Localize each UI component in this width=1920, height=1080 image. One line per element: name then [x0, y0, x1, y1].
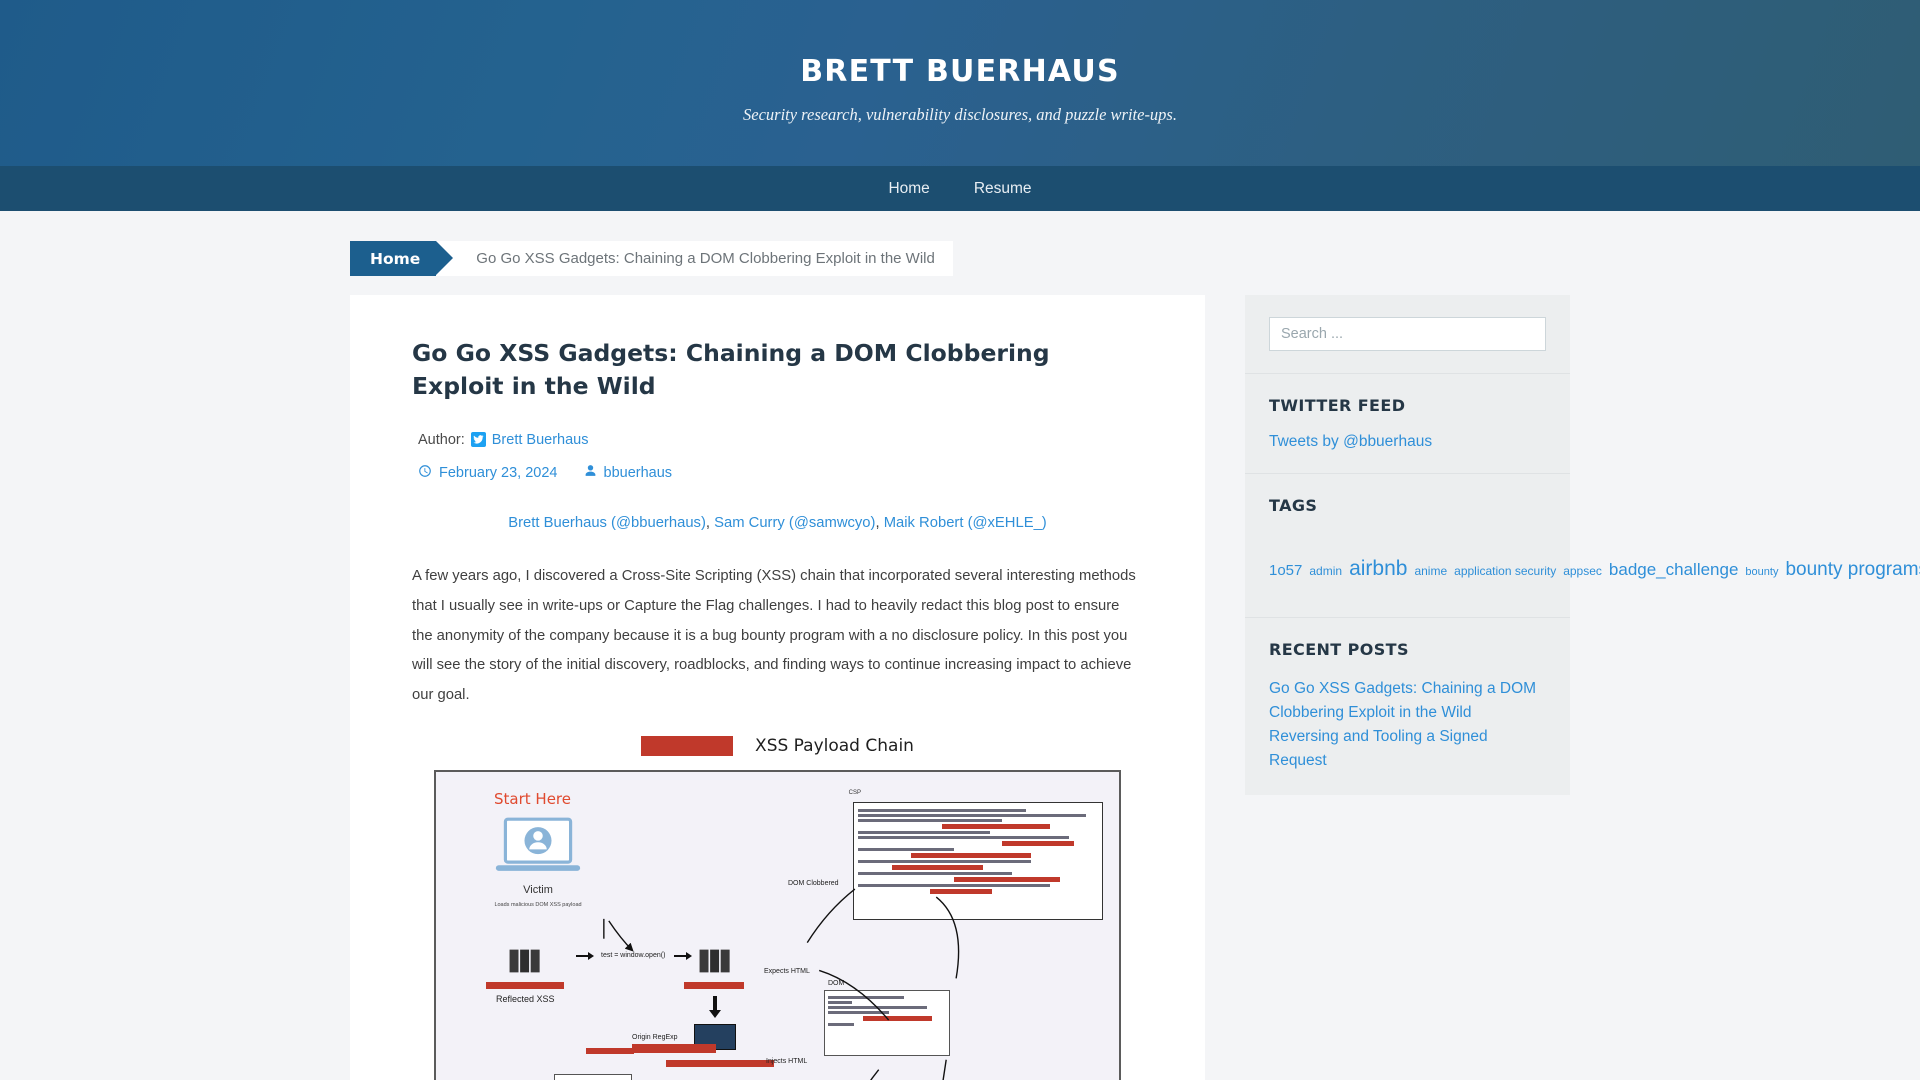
post-date-label: February 23, 2024	[439, 464, 558, 481]
recent-post-link[interactable]: Go Go XSS Gadgets: Chaining a DOM Clobbe…	[1269, 677, 1546, 725]
post-body-paragraph: A few years ago, I discovered a Cross-Si…	[412, 568, 1136, 703]
post-credits: Brett Buerhaus (@bbuerhaus), Sam Curry (…	[412, 512, 1143, 536]
figure-code-snippet-box-1	[554, 1074, 632, 1080]
site-tagline: Security research, vulnerability disclos…	[743, 105, 1177, 124]
search-input[interactable]	[1269, 317, 1546, 351]
author-prefix-label: Author:	[418, 431, 465, 448]
breadcrumb: Home Go Go XSS Gadgets: Chaining a DOM C…	[350, 241, 1570, 276]
clock-icon	[418, 464, 432, 482]
figure-victim-label: Victim	[523, 884, 553, 897]
figure-csp-label: CSP	[848, 790, 861, 797]
figure-title: XSS Payload Chain	[755, 736, 914, 757]
arrow-down-icon	[709, 996, 721, 1019]
nav-item-resume[interactable]: Resume	[956, 166, 1050, 211]
credit-sep-1: ,	[705, 514, 715, 531]
server-rack-icon-2	[699, 949, 730, 973]
redaction-bar-icon	[486, 982, 564, 990]
article-content: Go Go XSS Gadgets: Chaining a DOM Clobbe…	[350, 295, 1205, 1080]
page-title: Go Go XSS Gadgets: Chaining a DOM Clobbe…	[412, 339, 1050, 401]
redaction-bar-icon	[641, 736, 734, 757]
author-twitter-link[interactable]: Brett Buerhaus	[492, 432, 589, 448]
post-author[interactable]: bbuerhaus	[584, 464, 673, 481]
figure-header: XSS Payload Chain	[412, 736, 1143, 757]
figure-canvas: Start Here Victim Loads malicious DOM XS…	[434, 770, 1121, 1080]
main-navigation: Home Resume	[0, 166, 1920, 211]
tag-cloud: 1o57 admin airbnb anime application security…	[1269, 533, 1920, 595]
figure-reflected-xss-label: Reflected XSS	[496, 994, 555, 1005]
tag-link[interactable]: anime	[1414, 564, 1447, 578]
figure-origin-regex-label: Origin RegExp	[632, 1034, 678, 1042]
recent-posts-title: Recent Posts	[1269, 640, 1409, 660]
figure-dom-label: DOM	[828, 980, 845, 988]
arrow-right-icon	[576, 952, 594, 961]
tag-link[interactable]: admin	[1309, 564, 1342, 578]
figure-start-here-label: Start Here	[494, 790, 571, 809]
twitter-bird-icon	[470, 432, 486, 448]
figure-window-open-label: test = window.open()	[601, 952, 666, 960]
breadcrumb-wrapper: Home Go Go XSS Gadgets: Chaining a DOM C…	[0, 211, 1920, 276]
twitter-feed-title: Twitter Feed	[1269, 396, 1406, 415]
redaction-bar-icon	[666, 1060, 774, 1068]
xss-payload-chain-figure: XSS Payload Chain Start Here Victim Load…	[412, 736, 1143, 1080]
tweets-by-link[interactable]: Tweets by @bbuerhaus	[1269, 433, 1432, 450]
tag-link[interactable]: badge_challenge	[1609, 560, 1739, 579]
credit-sep-2: ,	[875, 514, 884, 531]
nav-item-home[interactable]: Home	[870, 166, 947, 211]
tag-link[interactable]: airbnb	[1349, 557, 1407, 580]
laptop-victim-icon	[495, 817, 581, 872]
author-line: Author: Brett Buerhaus	[418, 432, 1143, 448]
post-meta: February 23, 2024 bbuerhaus	[418, 464, 1143, 482]
sidebar: Twitter Feed Tweets by @bbuerhaus Tags 1…	[1245, 295, 1920, 796]
tag-link[interactable]: bounty programs	[1785, 559, 1920, 580]
post-author-label: bbuerhaus	[603, 464, 673, 481]
page-container: Go Go XSS Gadgets: Chaining a DOM Clobbe…	[350, 295, 1920, 1080]
figure-csp-box	[853, 802, 1103, 921]
credit-link-2[interactable]: Sam Curry (@samwcyo)	[714, 515, 875, 531]
recent-post-link[interactable]: Reversing and Tooling a Signed Request	[1269, 725, 1546, 773]
tags-title: Tags	[1269, 496, 1318, 515]
server-rack-icon-1	[509, 949, 540, 973]
redaction-bar-icon	[684, 982, 744, 990]
tag-link[interactable]: bounty	[1745, 566, 1778, 578]
breadcrumb-current: Go Go XSS Gadgets: Chaining a DOM Clobbe…	[436, 241, 953, 276]
recent-posts-widget: Recent Posts Go Go XSS Gadgets: Chaining…	[1245, 618, 1570, 796]
redaction-bar-icon	[586, 1048, 634, 1055]
figure-dom-clobbered-label: DOM Clobbered	[788, 880, 839, 888]
tag-link[interactable]: appsec	[1563, 564, 1602, 578]
redaction-bar-icon	[632, 1044, 716, 1054]
breadcrumb-home[interactable]: Home	[350, 241, 454, 276]
site-title: BRETT BUERHAUS	[800, 54, 1120, 89]
credit-link-1[interactable]: Brett Buerhaus (@bbuerhaus)	[508, 515, 706, 531]
figure-injects-html-label: Injects HTML	[766, 1058, 808, 1066]
figure-expects-html-label: Expects HTML	[764, 968, 810, 976]
tag-link[interactable]: application security	[1454, 564, 1556, 578]
post-date[interactable]: February 23, 2024	[418, 464, 558, 482]
user-icon	[584, 464, 597, 481]
arrow-right-icon	[674, 952, 692, 961]
recent-posts-list: Go Go XSS Gadgets: Chaining a DOM Clobbe…	[1269, 677, 1546, 773]
credit-link-3[interactable]: Maik Robert (@xEHLE_)	[884, 515, 1047, 531]
figure-dom-box	[824, 990, 950, 1057]
twitter-feed-widget: Twitter Feed Tweets by @bbuerhaus	[1245, 374, 1570, 474]
tag-link[interactable]: 1o57	[1269, 562, 1302, 579]
figure-victim-sublabel: Loads malicious DOM XSS payload	[494, 902, 582, 909]
search-widget	[1245, 295, 1570, 374]
tags-widget: Tags 1o57 admin airbnb anime application sec…	[1245, 474, 1920, 619]
site-header: BRETT BUERHAUS Security research, vulner…	[0, 0, 1920, 166]
